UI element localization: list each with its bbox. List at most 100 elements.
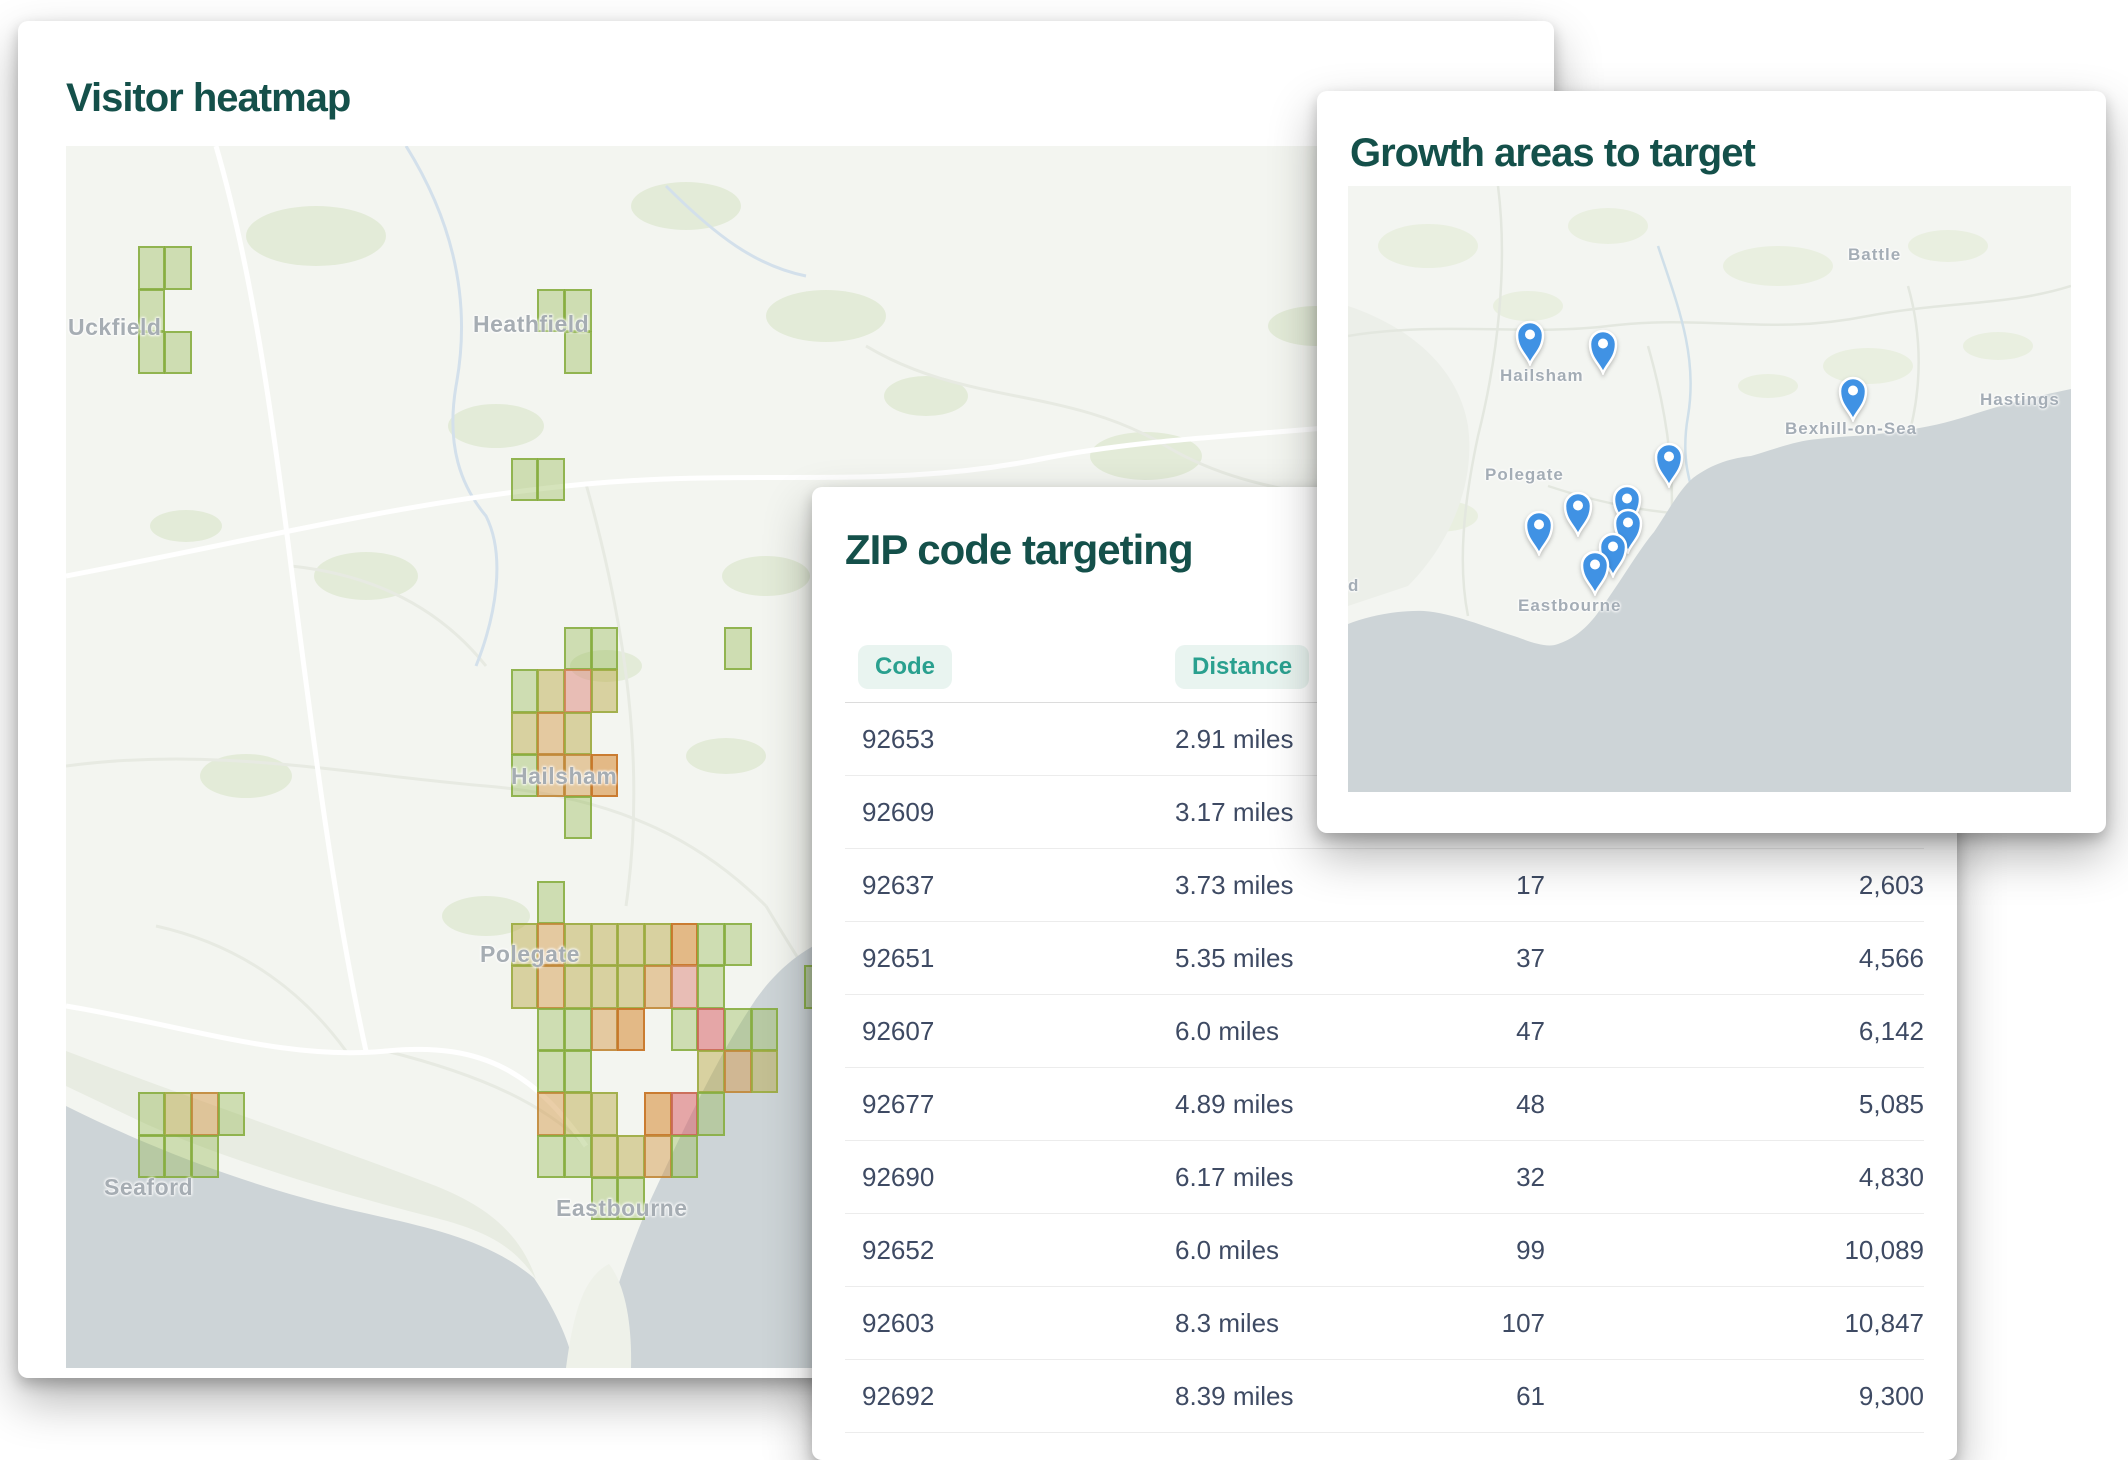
- table-row: 926526.0 miles9910,089: [845, 1214, 1924, 1287]
- cell-code: 92609: [845, 797, 1175, 828]
- growth-areas-title: Growth areas to target: [1350, 131, 2128, 175]
- cell-total: 5,085: [1545, 1089, 1924, 1120]
- heatmap-cell: [164, 1135, 192, 1178]
- heatmap-cell: [751, 1050, 779, 1093]
- heatmap-cell: [591, 1008, 619, 1051]
- heatmap-cell: [537, 458, 565, 501]
- cell-distance: 8.39 miles: [1175, 1381, 1415, 1412]
- cell-distance: 6.0 miles: [1175, 1235, 1415, 1266]
- map-pin-icon[interactable]: [1652, 438, 1686, 488]
- map-pin-icon[interactable]: [1836, 372, 1870, 422]
- heatmap-cell: [671, 1008, 699, 1051]
- map-pin-icon[interactable]: [1522, 506, 1556, 556]
- heatmap-cell: [644, 965, 672, 1008]
- table-row: 926038.3 miles10710,847: [845, 1287, 1924, 1360]
- cell-code: 92603: [845, 1308, 1175, 1339]
- cell-count: 32: [1415, 1162, 1545, 1193]
- heatmap-cell: [511, 712, 539, 755]
- heatmap-cell: [191, 1135, 219, 1178]
- heatmap-cell: [697, 1092, 725, 1135]
- column-chip-code[interactable]: Code: [858, 645, 952, 689]
- cell-distance: 8.3 miles: [1175, 1308, 1415, 1339]
- map-pin-icon[interactable]: [1586, 325, 1620, 375]
- map-place-label: Battle: [1848, 245, 1901, 265]
- cell-code: 92651: [845, 943, 1175, 974]
- cell-count: 48: [1415, 1089, 1545, 1120]
- heatmap-cell: [564, 1135, 592, 1178]
- map-pin-icon[interactable]: [1513, 316, 1547, 366]
- heatmap-cell: [644, 1135, 672, 1178]
- heatmap-cell: [564, 712, 592, 755]
- heatmap-cell: [537, 1092, 565, 1135]
- map-place-label: Hailsham: [511, 763, 617, 789]
- map-place-label: Polegate: [480, 941, 580, 967]
- heatmap-cell: [617, 1008, 645, 1051]
- table-row: 926928.39 miles619,300: [845, 1360, 1924, 1433]
- heatmap-cell: [671, 965, 699, 1008]
- heatmap-cell: [564, 965, 592, 1008]
- heatmap-cell: [724, 923, 752, 966]
- cell-distance: 4.89 miles: [1175, 1089, 1415, 1120]
- cell-count: 61: [1415, 1381, 1545, 1412]
- cell-code: 92637: [845, 870, 1175, 901]
- cell-distance: 6.17 miles: [1175, 1162, 1415, 1193]
- heatmap-cell: [617, 1135, 645, 1178]
- heatmap-cell: [537, 881, 565, 924]
- heatmap-cell: [671, 1135, 699, 1178]
- heatmap-cell: [617, 965, 645, 1008]
- heatmap-cell: [537, 965, 565, 1008]
- heatmap-cell: [164, 1092, 192, 1135]
- map-place-label: Eastbourne: [1518, 596, 1622, 616]
- cell-distance: 3.73 miles: [1175, 870, 1415, 901]
- cell-total: 2,603: [1545, 870, 1924, 901]
- heatmap-cell: [564, 1050, 592, 1093]
- heatmap-cell: [138, 1135, 166, 1178]
- map-place-label: Seaford: [104, 1174, 193, 1200]
- heatmap-cell: [697, 923, 725, 966]
- map-pin-icon[interactable]: [1561, 487, 1595, 537]
- table-row: 926515.35 miles374,566: [845, 922, 1924, 995]
- heatmap-cell: [511, 458, 539, 501]
- cell-count: 99: [1415, 1235, 1545, 1266]
- base-map: [1348, 186, 2071, 792]
- heatmap-cell: [537, 1008, 565, 1051]
- heatmap-cell: [564, 331, 592, 374]
- heatmap-cell: [164, 246, 192, 289]
- map-place-label: Eastbourne: [556, 1195, 688, 1221]
- heatmap-cell: [671, 923, 699, 966]
- cell-count: 17: [1415, 870, 1545, 901]
- cell-code: 92652: [845, 1235, 1175, 1266]
- heatmap-cell: [751, 1008, 779, 1051]
- heatmap-cell: [218, 1092, 246, 1135]
- column-chip-distance[interactable]: Distance: [1175, 645, 1309, 689]
- table-row: 926774.89 miles485,085: [845, 1068, 1924, 1141]
- heatmap-cell: [697, 965, 725, 1008]
- growth-areas-map[interactable]: BattleHastingsHailshamBexhill-on-SeaPole…: [1348, 186, 2071, 792]
- map-place-label: d: [1348, 576, 1359, 596]
- table-row: 926373.73 miles172,603: [845, 849, 1924, 922]
- heatmap-cell: [591, 965, 619, 1008]
- heatmap-cell: [537, 1135, 565, 1178]
- map-pin-icon[interactable]: [1578, 546, 1612, 596]
- visitor-heatmap-title: Visitor heatmap: [66, 76, 350, 120]
- heatmap-cell: [617, 923, 645, 966]
- heatmap-cell: [537, 669, 565, 712]
- heatmap-cell: [591, 1092, 619, 1135]
- heatmap-cell: [191, 1092, 219, 1135]
- heatmap-cell: [138, 1092, 166, 1135]
- heatmap-cell: [564, 1008, 592, 1051]
- map-place-label: Heathfield: [473, 311, 589, 337]
- cell-total: 6,142: [1545, 1016, 1924, 1047]
- cell-count: 37: [1415, 943, 1545, 974]
- heatmap-cell: [164, 331, 192, 374]
- cell-total: 9,300: [1545, 1381, 1924, 1412]
- heatmap-cell: [644, 1092, 672, 1135]
- table-row: 926906.17 miles324,830: [845, 1141, 1924, 1214]
- heatmap-cell: [591, 923, 619, 966]
- map-place-label: Hailsham: [1500, 366, 1584, 386]
- heatmap-cell: [564, 669, 592, 712]
- heatmap-cell: [591, 669, 619, 712]
- cell-count: 107: [1415, 1308, 1545, 1339]
- heatmap-cell: [537, 1050, 565, 1093]
- map-place-label: Polegate: [1485, 465, 1564, 485]
